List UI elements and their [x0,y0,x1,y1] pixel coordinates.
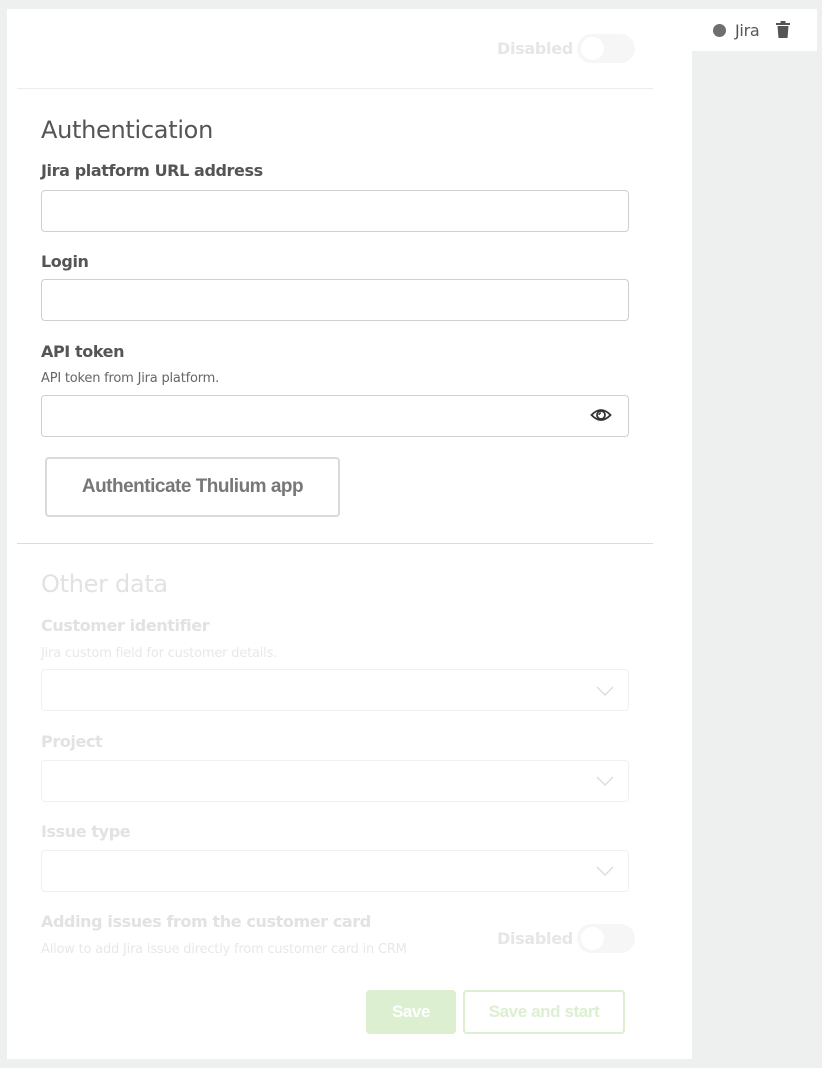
toggle-knob [580,37,604,60]
header-divider [17,88,653,89]
authenticate-button[interactable]: Authenticate Thulium app [45,457,340,517]
integration-tab-jira[interactable]: Jira [692,9,817,51]
save-and-start-button[interactable]: Save and start [463,990,625,1034]
url-label: Jira platform URL address [41,161,263,180]
status-dot-icon [713,23,726,37]
integration-enable-toggle[interactable] [576,34,635,63]
login-input[interactable] [41,279,629,321]
login-label: Login [41,252,89,271]
eye-icon[interactable] [590,406,612,424]
issue-type-label: Issue type [41,822,131,841]
save-button[interactable]: Save [366,990,456,1034]
other-data-title: Other data [41,570,168,598]
project-select[interactable] [41,760,629,802]
chevron-down-icon [596,686,614,696]
trash-icon[interactable] [776,21,790,38]
chevron-down-icon [596,866,614,876]
adding-issues-toggle-label: Disabled [497,929,573,948]
adding-issues-label: Adding issues from the customer card [41,912,371,931]
integration-toggle-label: Disabled [497,39,573,58]
customer-identifier-hint: Jira custom field for customer details. [41,646,278,661]
api-token-input[interactable] [41,395,629,437]
toggle-knob [580,927,604,950]
issue-type-select[interactable] [41,850,629,892]
customer-identifier-label: Customer identifier [41,616,210,635]
adding-issues-hint: Allow to add Jira issue directly from cu… [41,942,407,957]
customer-identifier-select[interactable] [41,669,629,711]
url-input[interactable] [41,190,629,232]
chevron-down-icon [596,776,614,786]
adding-issues-toggle[interactable] [576,924,635,953]
integration-enable-toggle-row: Disabled [497,34,635,63]
adding-issues-toggle-row: Disabled [497,924,635,953]
project-label: Project [41,732,103,751]
api-token-hint: API token from Jira platform. [41,371,220,386]
api-token-label: API token [41,342,125,361]
integration-name: Jira [735,20,760,40]
section-divider [17,543,653,544]
authentication-title: Authentication [41,116,213,144]
